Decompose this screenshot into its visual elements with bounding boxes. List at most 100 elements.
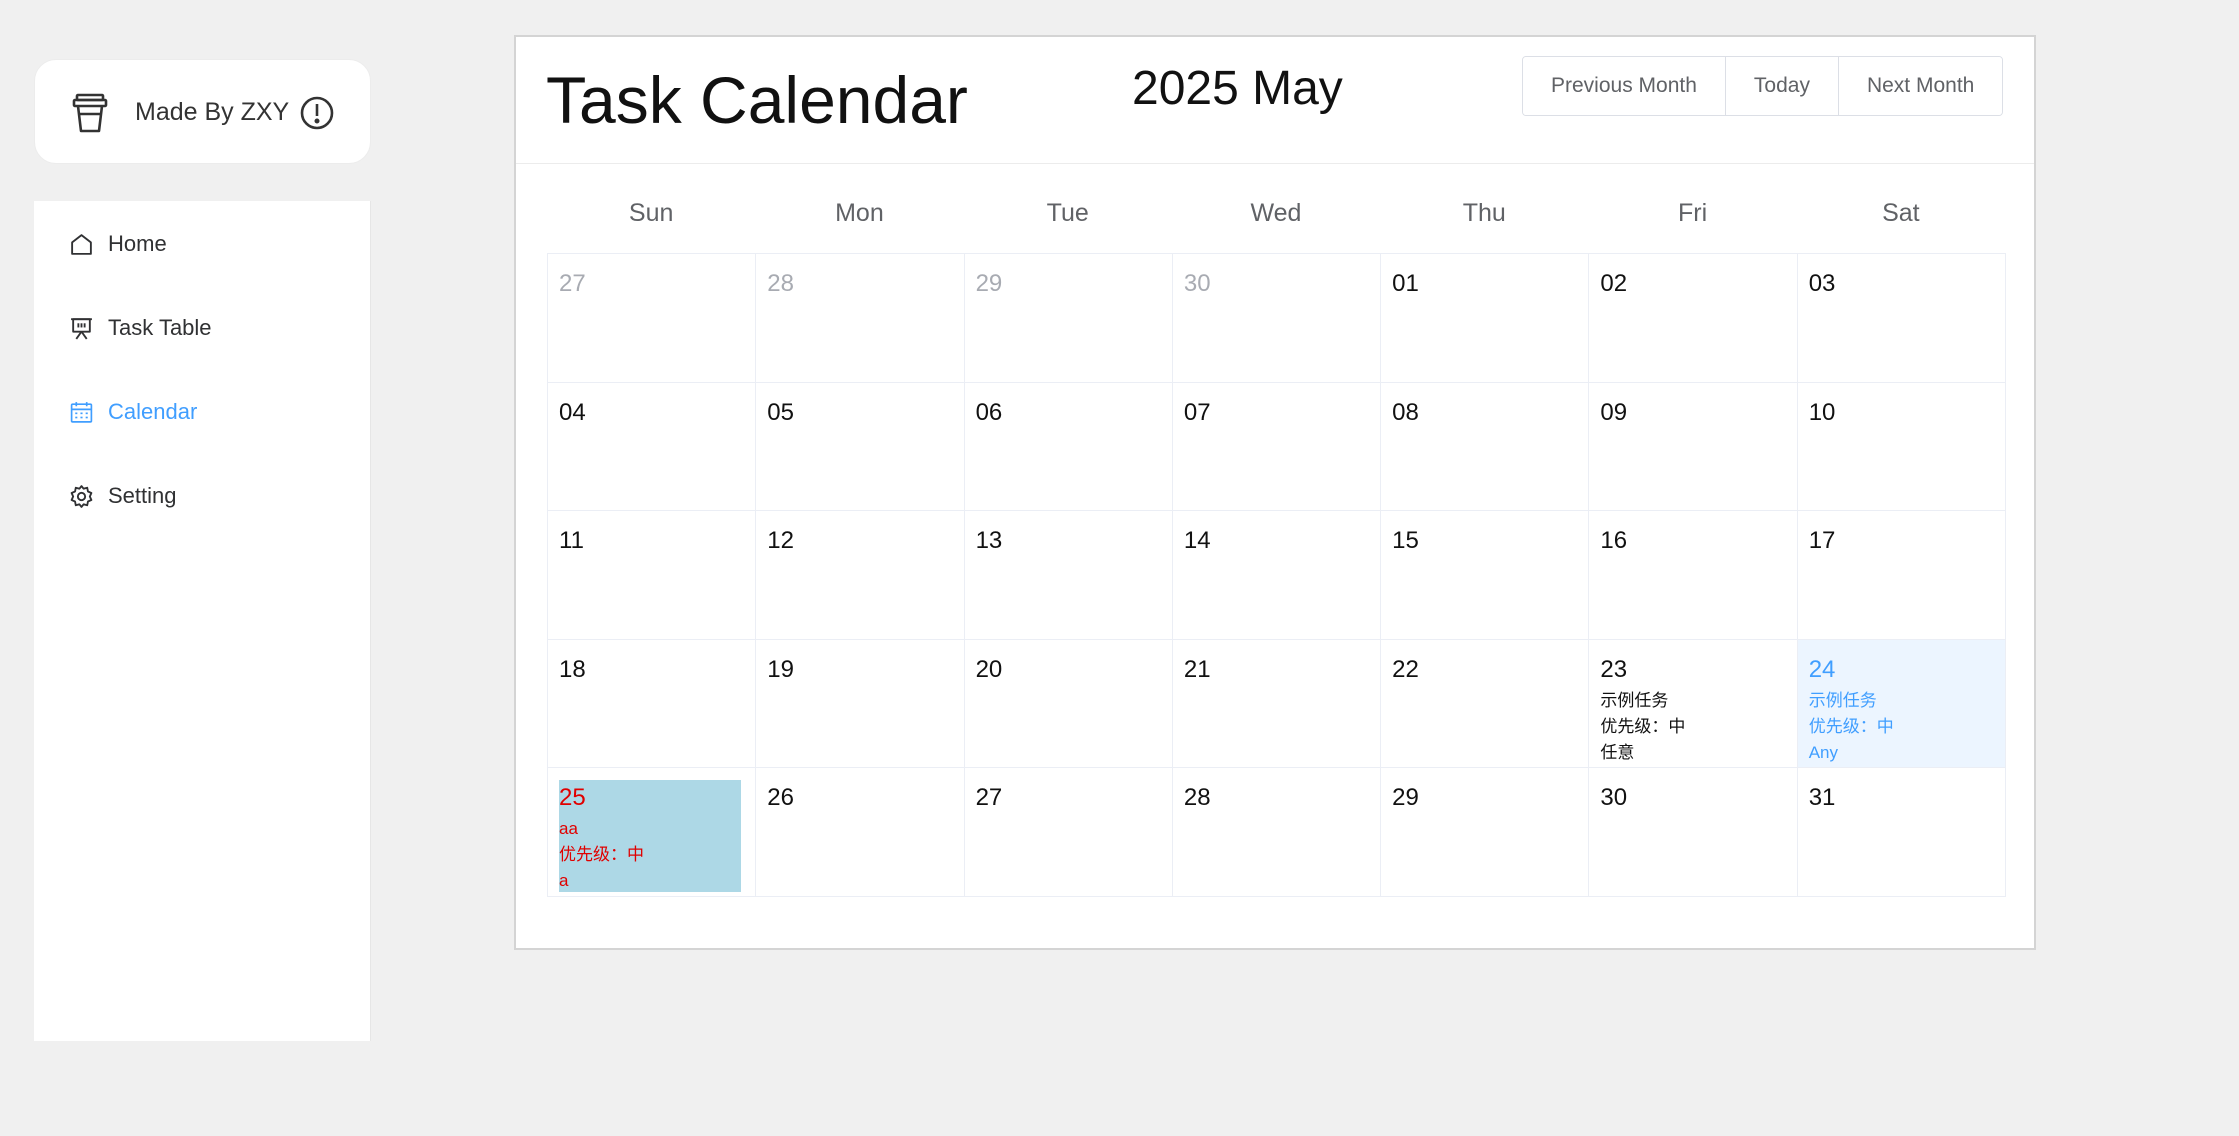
day-number: 21 [1183, 655, 1211, 683]
calendar-day-cell[interactable]: 09 [1589, 382, 1798, 512]
day-number: 27 [975, 784, 1003, 812]
calendar-day-cell[interactable]: 13 [964, 511, 1173, 640]
task-text: 优先级：中 [559, 845, 644, 865]
day-number: 29 [1392, 784, 1419, 812]
calendar-day-cell[interactable]: 30 [1589, 768, 1798, 897]
calendar-day-cell[interactable]: 17 [1797, 511, 2006, 640]
day-number: 26 [767, 784, 794, 812]
day-number: 22 [1392, 655, 1419, 683]
day-number: 04 [559, 398, 586, 426]
day-number: 06 [975, 398, 1003, 426]
weekday-label: Thu [1462, 199, 1506, 227]
task-text: a [559, 871, 569, 891]
day-number: 01 [1392, 270, 1419, 297]
page-title: Task Calendar [546, 63, 968, 137]
next-month-button[interactable]: Next Month [1837, 57, 2003, 115]
day-number: 16 [1600, 527, 1628, 555]
day-number: 11 [559, 527, 584, 555]
task-list: 示例任务 优先级：中 任意 [1600, 688, 1685, 766]
calendar-day-cell[interactable]: 07 [1172, 382, 1382, 512]
day-number: 03 [1808, 270, 1836, 297]
weekday-label: Wed [1250, 199, 1302, 227]
day-number: 30 [1600, 784, 1628, 812]
weekday-label: Tue [1046, 199, 1089, 227]
calendar-grid: 27 28 29 30 01 02 03 04 05 06 07 08 09 10 11 12 13 14 15 16… [547, 253, 2006, 897]
calendar-day-cell[interactable]: 28 [1172, 768, 1382, 897]
day-number: 02 [1600, 270, 1628, 297]
calendar-header: Task Calendar 2025 May Previous Month To… [516, 37, 2034, 164]
today-button[interactable]: Today [1724, 57, 1838, 115]
day-number: 10 [1808, 398, 1836, 426]
calendar-day-cell[interactable]: 27 [964, 768, 1173, 897]
task-text: Any [1808, 742, 1838, 762]
task-text: 优先级：中 [1808, 716, 1894, 736]
calendar-day-cell[interactable]: 16 [1589, 511, 1798, 640]
calendar-panel: Task Calendar 2025 May Previous Month To… [514, 35, 2036, 950]
day-number: 13 [975, 527, 1003, 555]
previous-month-button[interactable]: Previous Month [1523, 57, 1725, 115]
day-number: 05 [767, 398, 794, 426]
task-list: 示例任务优先级：中 Any [1809, 688, 1894, 766]
menu-item-calendar[interactable]: Calendar [34, 384, 370, 440]
calendar-day-cell[interactable]: 10 [1797, 382, 2006, 512]
day-number: 31 [1808, 784, 1836, 812]
calendar-day-cell[interactable]: 01 [1381, 254, 1590, 383]
calendar-day-cell[interactable]: 29 [964, 254, 1173, 383]
calendar-day-cell[interactable]: 18 [548, 639, 757, 769]
day-number: 07 [1183, 398, 1211, 426]
task-text: 任意 [1600, 742, 1635, 762]
sidebar-menu: Home Task Table Calendar Setting [34, 201, 371, 1041]
task-text: aa [559, 819, 578, 839]
menu-item-home[interactable]: Home [34, 216, 370, 272]
brand-label: Made By ZXY [135, 98, 290, 126]
calendar-day-cell[interactable]: 31 [1797, 768, 2006, 897]
calendar-day-cell[interactable]: 19 [756, 639, 965, 769]
day-number: 17 [1808, 527, 1836, 555]
day-number: 24 [1808, 655, 1836, 683]
day-number: 25 [559, 784, 586, 812]
menu-item-task-table[interactable]: Task Table [34, 300, 370, 356]
weekday-label: Mon [835, 199, 884, 227]
menu-label-setting: Setting [108, 483, 177, 508]
calendar-day-cell[interactable]: 05 [756, 382, 965, 512]
menu-label-home: Home [108, 231, 167, 256]
calendar-day-cell[interactable]: 22 [1381, 639, 1590, 769]
day-number: 15 [1392, 527, 1419, 555]
day-number: 28 [767, 270, 794, 297]
calendar-day-cell[interactable]: 25 aa 优先级：中 a [548, 768, 757, 897]
menu-label-task-table: Task Table [108, 315, 212, 340]
calendar-day-cell[interactable]: 20 [964, 639, 1173, 769]
calendar-day-cell[interactable]: 30 [1172, 254, 1382, 383]
calendar-day-cell[interactable]: 08 [1381, 382, 1590, 512]
calendar-day-cell[interactable]: 11 [548, 511, 757, 640]
calendar-day-cell[interactable]: 27 [548, 254, 757, 383]
calendar-day-cell[interactable]: 12 [756, 511, 965, 640]
menu-label-calendar: Calendar [108, 399, 198, 424]
day-number: 19 [767, 655, 794, 683]
calendar-day-cell[interactable]: 03 [1797, 254, 2006, 383]
task-text: 示例任务 [1808, 690, 1877, 710]
month-nav-buttons: Previous Month Today Next Month [1522, 56, 2004, 116]
calendar-day-cell[interactable]: 28 [756, 254, 965, 383]
day-number: 09 [1600, 398, 1628, 426]
calendar-day-cell[interactable]: 24 示例任务优先级：中 Any [1797, 639, 2006, 769]
task-list: aa 优先级：中 a [559, 816, 644, 894]
day-number: 18 [559, 655, 586, 683]
calendar-day-cell[interactable]: 21 [1172, 639, 1382, 769]
calendar-day-cell[interactable]: 15 [1381, 511, 1590, 640]
calendar-day-cell[interactable]: 02 [1589, 254, 1798, 383]
day-number: 08 [1392, 398, 1419, 426]
task-text: 优先级：中 [1600, 716, 1686, 736]
menu-item-setting[interactable]: Setting [34, 468, 370, 524]
weekday-label: Sat [1882, 199, 1920, 227]
info-icon[interactable] [299, 95, 335, 136]
day-number: 14 [1183, 527, 1211, 555]
calendar-day-cell[interactable]: 14 [1172, 511, 1382, 640]
calendar-day-cell[interactable]: 29 [1381, 768, 1590, 897]
calendar-day-cell[interactable]: 04 [548, 382, 757, 512]
calendar-day-cell[interactable]: 23 示例任务 优先级：中 任意 [1589, 639, 1798, 769]
weekday-header: Sun Mon Tue Wed Thu Fri Sat [547, 199, 2005, 239]
day-number: 27 [559, 270, 586, 297]
calendar-day-cell[interactable]: 26 [756, 768, 965, 897]
calendar-day-cell[interactable]: 06 [964, 382, 1173, 512]
